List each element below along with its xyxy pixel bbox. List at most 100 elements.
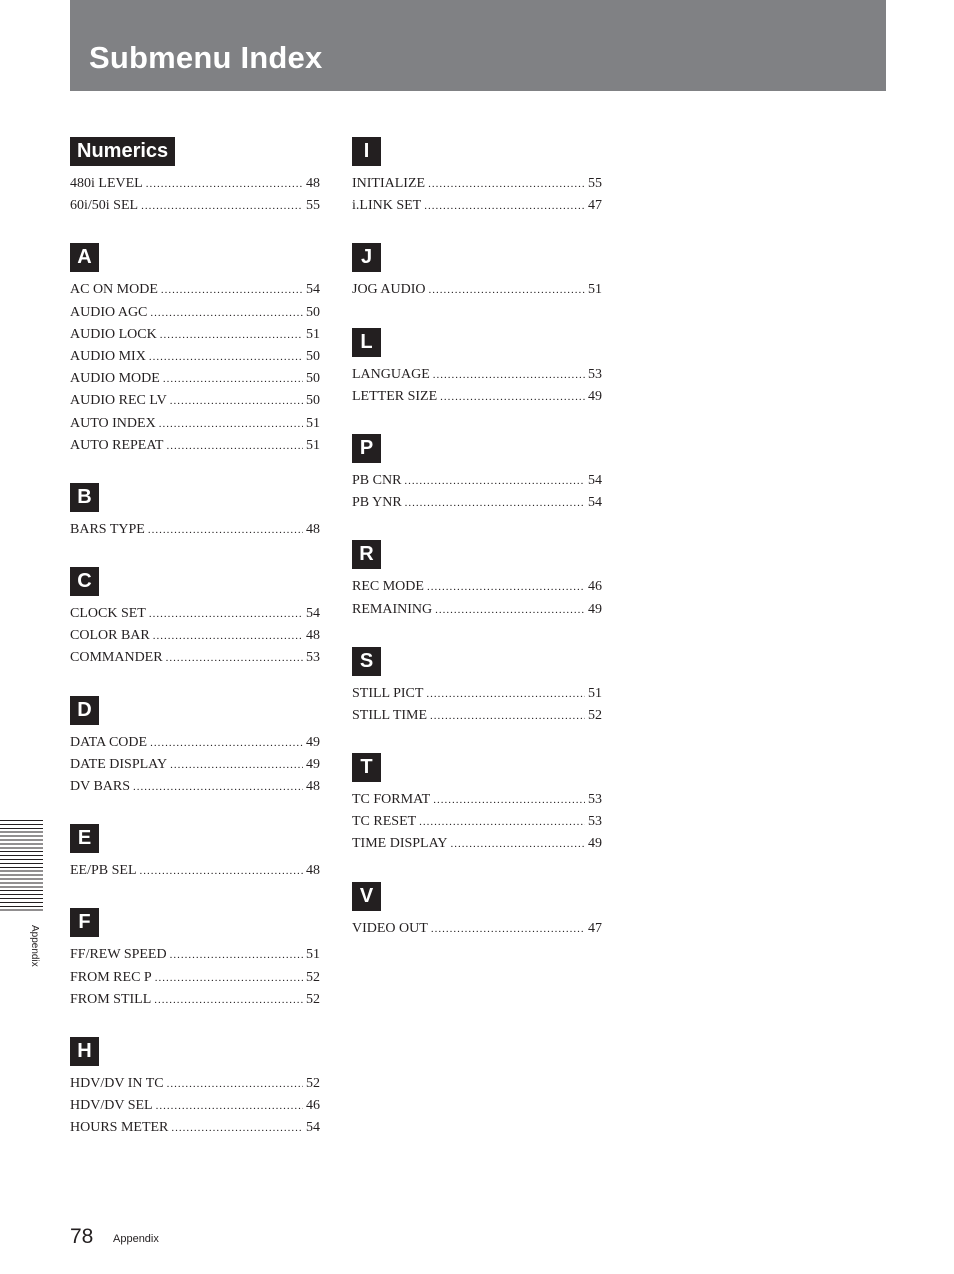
index-entry: LETTER SIZE 49	[352, 386, 602, 408]
entry-name: AUDIO REC LV	[70, 393, 167, 409]
index-entry: HOURS METER 54	[70, 1117, 320, 1139]
dot-leader	[133, 776, 303, 798]
index-entry: PB CNR 54	[352, 470, 602, 492]
section-letter-heading: J	[352, 243, 381, 273]
entry-name: DATE DISPLAY	[70, 756, 168, 772]
entry-name: AUTO REPEAT	[70, 437, 164, 453]
entry-name: HOURS METER	[70, 1120, 169, 1136]
entry-page-number: 46	[588, 579, 602, 595]
index-section: C CLOCK SET 54 COLOR BAR 48 COMMANDER 53	[70, 567, 320, 670]
dot-leader	[429, 279, 586, 301]
entry-page-number: 47	[588, 920, 602, 936]
entry-page-number: 49	[588, 388, 602, 404]
index-entry: FROM REC P 52	[70, 967, 320, 989]
dot-leader	[170, 754, 303, 776]
entry-name: AC ON MODE	[70, 282, 158, 298]
index-entry: TIME DISPLAY 49	[352, 833, 602, 855]
index-section: S STILL PICT 51 STILL TIME 52	[352, 646, 602, 727]
entry-page-number: 51	[588, 282, 602, 298]
entry-name: AUDIO MODE	[70, 371, 160, 387]
index-entry: AUTO REPEAT 51	[70, 435, 320, 457]
dot-leader	[171, 1117, 303, 1139]
section-letter-heading: F	[70, 908, 99, 938]
entry-page-number: 50	[306, 393, 320, 409]
entry-name: 480i LEVEL	[70, 176, 143, 191]
dot-leader	[451, 833, 585, 855]
section-letter-heading: L	[352, 327, 381, 357]
index-entry: LANGUAGE 53	[352, 364, 602, 386]
index-section: Numerics 480i LEVEL 48 60i/50i SEL 55	[70, 137, 320, 217]
entry-page-number: 53	[588, 814, 602, 830]
index-section: J JOG AUDIO 51	[352, 243, 602, 301]
index-section: R REC MODE 46 REMAINING 49	[352, 540, 602, 620]
entry-page-number: 54	[306, 282, 320, 298]
index-entry: BARS TYPE 48	[70, 519, 320, 541]
entry-page-number: 52	[306, 991, 320, 1007]
index-section: H HDV/DV IN TC 52 HDV/DV SEL 46 HOURS METER 54	[70, 1036, 320, 1140]
entry-name: 60i/50i SEL	[70, 198, 139, 214]
section-letter-heading: A	[70, 243, 99, 273]
entry-page-number: 51	[306, 947, 320, 963]
entry-page-number: 51	[306, 326, 320, 342]
entry-name: JOG AUDIO	[352, 282, 426, 298]
index-section: D DATA CODE 49 DATE DISPLAY 49 DV BARS 48	[70, 695, 320, 799]
section-letter-heading: R	[352, 540, 381, 570]
entry-name: PB YNR	[352, 495, 402, 511]
entry-page-number: 53	[588, 366, 602, 382]
dot-leader	[150, 302, 303, 324]
entry-name: i.LINK SET	[352, 198, 422, 214]
entry-page-number: 48	[306, 176, 320, 191]
dot-leader	[166, 647, 303, 669]
entry-name: TC RESET	[352, 814, 417, 830]
dot-leader	[170, 944, 303, 966]
entry-name: FROM REC P	[70, 969, 152, 985]
entry-page-number: 48	[306, 863, 320, 879]
entry-page-number: 51	[306, 437, 320, 453]
entry-page-number: 54	[588, 472, 602, 488]
entry-page-number: 54	[306, 1120, 320, 1136]
index-entry: AC ON MODE 54	[70, 279, 320, 301]
entry-page-number: 46	[306, 1098, 320, 1114]
index-entry: FROM STILL 52	[70, 989, 320, 1011]
index-entry: REC MODE 46	[352, 576, 602, 598]
entry-page-number: 55	[588, 176, 602, 191]
index-section: P PB CNR 54 PB YNR 54	[352, 433, 602, 514]
index-entry: HDV/DV IN TC 52	[70, 1073, 320, 1095]
entry-name: AUDIO AGC	[70, 304, 148, 320]
index-section: T TC FORMAT 53 TC RESET 53 TIME DISPLAY 49	[352, 753, 602, 856]
dot-leader	[170, 390, 303, 412]
index-entry: HDV/DV SEL 46	[70, 1095, 320, 1117]
dot-leader	[161, 279, 303, 301]
entry-name: LANGUAGE	[352, 366, 430, 382]
entry-page-number: 49	[306, 734, 320, 750]
entry-page-number: 51	[588, 685, 602, 701]
entry-name: DV BARS	[70, 779, 131, 794]
index-entry: VIDEO OUT 47	[352, 918, 602, 940]
index-entry: AUDIO MIX 50	[70, 346, 320, 368]
dot-leader	[155, 967, 303, 989]
entry-page-number: 52	[306, 1075, 320, 1091]
index-entry: TC FORMAT 53	[352, 789, 602, 811]
dot-leader	[150, 732, 303, 754]
dot-leader	[427, 576, 585, 598]
entry-name: DATA CODE	[70, 734, 148, 750]
entry-page-number: 48	[306, 521, 320, 537]
section-letter-heading: S	[352, 646, 381, 676]
entry-page-number: 50	[306, 371, 320, 387]
index-section: F FF/REW SPEED 51 FROM REC P 52 FROM STILL 52	[70, 908, 320, 1011]
entry-name: COMMANDER	[70, 650, 163, 666]
dot-leader	[146, 173, 303, 195]
dot-leader	[424, 195, 585, 217]
entry-name: REMAINING	[352, 601, 433, 617]
index-entry: DATA CODE 49	[70, 732, 320, 754]
section-letter-heading: B	[70, 482, 99, 512]
index-section: B BARS TYPE 48	[70, 482, 320, 541]
dot-leader	[405, 492, 585, 514]
entry-page-number: 49	[588, 601, 602, 617]
section-letter-heading: D	[70, 695, 99, 725]
dot-leader	[433, 789, 585, 811]
index-entry: AUDIO LOCK 51	[70, 324, 320, 346]
entry-page-number: 54	[588, 495, 602, 511]
dot-leader	[430, 705, 585, 727]
index-entry: i.LINK SET 47	[352, 195, 602, 217]
